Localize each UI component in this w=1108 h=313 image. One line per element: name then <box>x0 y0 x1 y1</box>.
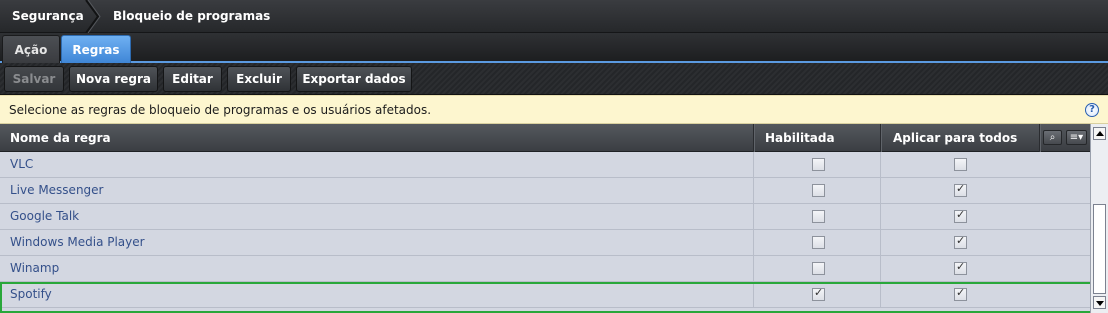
column-divider <box>880 124 881 152</box>
apply-all-checkbox[interactable] <box>954 158 967 171</box>
edit-button[interactable]: Editar <box>163 66 222 92</box>
tab-acao[interactable]: Ação <box>2 35 60 63</box>
breadcrumb-root[interactable]: Segurança <box>12 0 84 33</box>
enabled-checkbox[interactable] <box>812 236 825 249</box>
column-header-apply-all[interactable]: Aplicar para todos <box>893 124 1017 152</box>
check-icon: ✓ <box>956 286 966 299</box>
apply-all-checkbox[interactable]: ✓ <box>954 208 967 223</box>
cell-divider <box>753 178 754 204</box>
table-row[interactable]: Windows Media Player ✓ <box>0 230 1090 256</box>
scroll-up-icon[interactable] <box>1093 127 1106 140</box>
breadcrumb-separator-icon <box>85 0 101 33</box>
rule-name: Spotify <box>10 287 52 301</box>
help-icon[interactable]: ? <box>1085 103 1099 117</box>
check-icon: ✓ <box>956 260 966 273</box>
column-divider <box>1039 124 1040 152</box>
rule-name: Google Talk <box>10 209 80 223</box>
column-header-name[interactable]: Nome da regra <box>10 124 111 152</box>
rule-name: VLC <box>10 157 34 171</box>
apply-all-checkbox[interactable]: ✓ <box>954 234 967 249</box>
table-row[interactable]: Spotify ✓ ✓ <box>0 282 1100 313</box>
scroll-down-icon[interactable] <box>1093 296 1106 309</box>
rules-grid: Nome da regra Habilitada Aplicar para to… <box>0 124 1108 313</box>
cell-divider <box>753 152 754 178</box>
column-menu-icon[interactable]: ≡▾ <box>1066 130 1087 145</box>
enabled-checkbox[interactable] <box>812 184 825 197</box>
enabled-checkbox[interactable] <box>812 262 825 275</box>
cell-divider <box>753 230 754 256</box>
cell-divider <box>880 204 881 230</box>
table-row[interactable]: Google Talk ✓ <box>0 204 1090 230</box>
column-header-enabled[interactable]: Habilitada <box>765 124 835 152</box>
save-button[interactable]: Salvar <box>4 66 64 92</box>
grid-search-icon[interactable]: ⌕ <box>1043 130 1062 145</box>
column-divider <box>753 124 754 152</box>
enabled-checkbox[interactable] <box>812 210 825 223</box>
enabled-checkbox[interactable] <box>812 158 825 171</box>
tab-bar: Ação Regras <box>0 33 1108 63</box>
cell-divider <box>753 282 754 308</box>
rule-name: Live Messenger <box>10 183 104 197</box>
apply-all-checkbox[interactable]: ✓ <box>954 286 967 301</box>
info-banner: Selecione as regras de bloqueio de progr… <box>0 95 1108 124</box>
cell-divider <box>880 282 881 308</box>
breadcrumb-bar: Segurança Bloqueio de programas <box>0 0 1108 33</box>
apply-all-checkbox[interactable]: ✓ <box>954 260 967 275</box>
check-icon: ✓ <box>956 208 966 221</box>
cell-divider <box>880 152 881 178</box>
new-rule-button[interactable]: Nova regra <box>69 66 158 92</box>
cell-divider <box>880 230 881 256</box>
cell-divider <box>753 256 754 282</box>
apply-all-checkbox[interactable]: ✓ <box>954 182 967 197</box>
table-row[interactable]: Live Messenger ✓ <box>0 178 1090 204</box>
cell-divider <box>880 178 881 204</box>
export-data-button[interactable]: Exportar dados <box>296 66 412 92</box>
rule-name: Windows Media Player <box>10 235 145 249</box>
scroll-thumb[interactable] <box>1093 204 1106 294</box>
rule-name: Winamp <box>10 261 60 275</box>
table-row[interactable]: VLC <box>0 152 1090 178</box>
table-row[interactable]: Winamp ✓ <box>0 256 1090 282</box>
cell-divider <box>880 256 881 282</box>
grid-header: Nome da regra Habilitada Aplicar para to… <box>0 124 1090 152</box>
info-text: Selecione as regras de bloqueio de progr… <box>9 103 432 117</box>
grid-body: VLC Live Messenger ✓ Google Talk ✓ Windows Me… <box>0 152 1100 313</box>
breadcrumb-current: Bloqueio de programas <box>113 9 271 23</box>
check-icon: ✓ <box>956 234 966 247</box>
check-icon: ✓ <box>814 286 824 299</box>
toolbar: Salvar Nova regra Editar Excluir Exporta… <box>0 63 1108 95</box>
cell-divider <box>753 204 754 230</box>
check-icon: ✓ <box>956 182 966 195</box>
enabled-checkbox[interactable]: ✓ <box>812 286 825 301</box>
vertical-scrollbar[interactable] <box>1090 124 1108 313</box>
delete-button[interactable]: Excluir <box>227 66 291 92</box>
tab-regras[interactable]: Regras <box>61 35 131 63</box>
